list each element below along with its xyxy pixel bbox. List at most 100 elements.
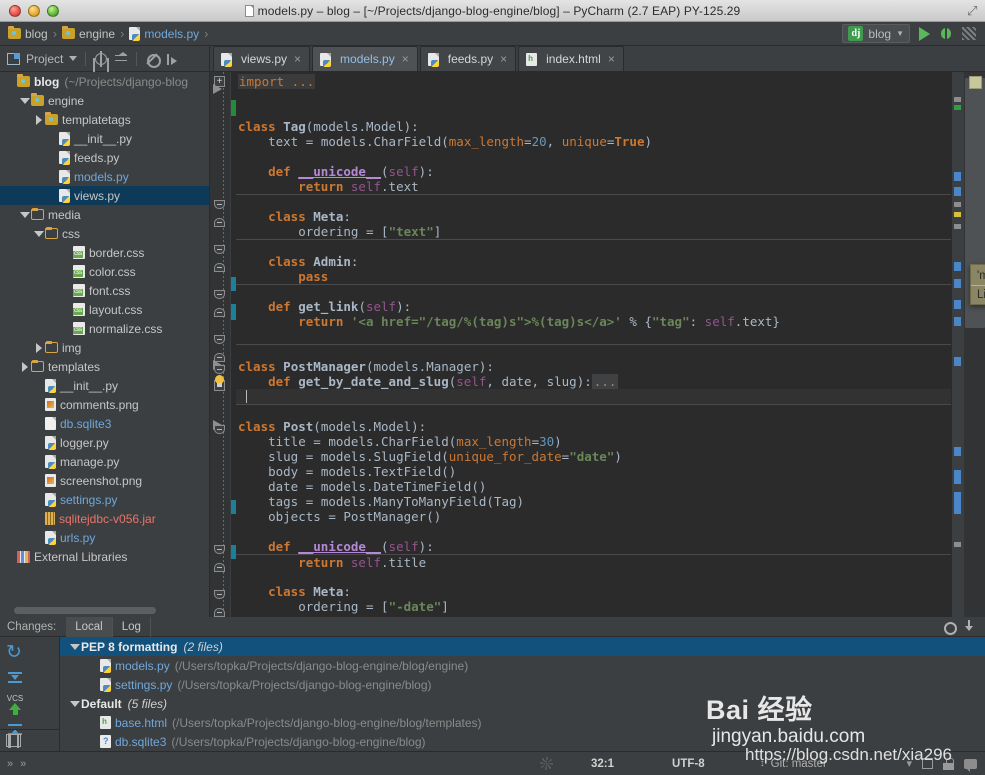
chevron-down-icon[interactable] [68,643,81,650]
tree-node-__init__-py[interactable]: __init__.py [0,376,209,395]
event-log-icon[interactable] [964,758,977,772]
run-button[interactable] [919,26,930,41]
stripe-marker[interactable] [954,224,961,229]
stripe-marker[interactable] [954,172,961,181]
chevron-down-icon[interactable]: ▾ [906,757,912,770]
code-editor[interactable]: + + import ... class Tag(models.Model): … [210,72,985,617]
changes-list[interactable]: PEP 8 formatting (2 files) models.py (/User… [60,637,985,751]
scroll-from-source-icon[interactable] [94,50,108,67]
coverage-button[interactable] [962,27,976,40]
tree-node-sqlitejdbc-v056-jar[interactable]: sqlitejdbc-v056.jar [0,509,209,528]
error-stripe[interactable] [951,72,985,617]
stripe-marker[interactable] [954,447,961,456]
hide-panel-icon[interactable] [165,52,179,66]
fold-collapse-icon[interactable] [214,545,225,554]
editor-tab-feeds-py[interactable]: feeds.py × [419,46,517,71]
code-line[interactable]: ordering = ["-date"] [236,599,951,614]
code-line[interactable]: body = models.TextField() [236,464,951,479]
code-line[interactable]: date = models.DateTimeField() [236,479,951,494]
tree-node-css[interactable]: css [0,224,209,243]
code-line[interactable] [236,569,951,584]
tree-node-templates[interactable]: templates [0,357,209,376]
tree-node-media[interactable]: media [0,205,209,224]
code-line[interactable]: class Meta: [236,584,951,599]
tree-node-urls-py[interactable]: urls.py [0,528,209,547]
chevron-right-icon[interactable] [32,114,45,125]
code-line[interactable]: objects = PostManager() [236,509,951,524]
settings-gear-icon[interactable] [145,52,162,68]
tree-node-models-py[interactable]: models.py [0,167,209,186]
code-line[interactable] [236,524,951,539]
tab-local[interactable]: Local [66,616,113,637]
stripe-marker-warning[interactable] [954,212,961,217]
vcs-branch-widget[interactable]: Git: master [771,758,827,770]
shelf-icon[interactable] [6,733,21,748]
chevron-down-icon[interactable] [69,56,78,61]
editor-tab-models-py[interactable]: models.py × [312,46,418,71]
chevron-down-icon[interactable] [68,700,81,707]
file-encoding[interactable]: UTF-8 [672,758,705,770]
tree-node-feeds-py[interactable]: feeds.py [0,148,209,167]
changelist-file-row[interactable]: db.sqlite3 (/Users/topka/Projects/django-… [60,732,985,751]
tree-node-engine[interactable]: engine [0,91,209,110]
inspection-status-icon[interactable] [969,76,982,89]
chevron-right-icon[interactable] [32,342,45,353]
close-icon[interactable]: × [294,52,301,66]
stripe-marker[interactable] [954,187,961,196]
tree-node-__init__-py[interactable]: __init__.py [0,129,209,148]
fold-collapse-icon[interactable] [214,365,225,374]
stripe-marker[interactable] [954,317,961,326]
collapse-all-icon[interactable] [114,51,128,66]
refresh-icon[interactable] [0,641,30,667]
tree-node-external-libraries[interactable]: External Libraries [0,547,209,566]
memory-indicator-icon[interactable] [922,758,933,769]
tree-node-layout-css[interactable]: layout.css [0,300,209,319]
tree-node-color-css[interactable]: color.css [0,262,209,281]
fold-end-icon[interactable] [214,308,225,317]
editor-gutter[interactable]: + + [210,72,231,617]
changelist-file-row[interactable]: settings.py (/Users/topka/Projects/django… [60,675,985,694]
code-line[interactable]: def get_by_date_and_slug(self, date, slu… [236,374,951,389]
breadcrumb-item-blog[interactable]: blog [8,26,48,41]
fold-end-icon[interactable] [214,608,225,617]
tree-horizontal-scrollbar[interactable] [14,607,156,614]
code-line[interactable] [236,89,951,104]
code-line[interactable] [236,344,951,359]
run-configuration-selector[interactable]: dj blog ▼ [842,24,910,43]
code-line[interactable]: ordering = ["text"] [236,224,951,239]
stripe-marker[interactable] [954,279,961,288]
code-line[interactable] [236,239,951,254]
chevron-right-icon[interactable] [18,361,31,372]
code-line[interactable]: class Meta: [236,209,951,224]
code-line[interactable]: return self.title [236,554,951,570]
fold-end-icon[interactable] [214,218,225,227]
code-line[interactable]: import ... [236,74,951,89]
fold-collapse-icon[interactable] [214,425,225,434]
resize-grip-icon[interactable]: ⤢ [967,4,980,17]
stripe-marker[interactable] [954,470,961,484]
stripe-marker[interactable] [954,97,961,102]
stripe-marker[interactable] [954,202,961,207]
stripe-marker[interactable] [954,300,961,309]
code-line[interactable]: def __unicode__(self): [236,539,951,554]
code-line[interactable]: def __unicode__(self): [236,164,951,179]
code-line[interactable]: tags = models.ManyToManyField(Tag) [236,494,951,509]
code-line[interactable] [236,104,951,119]
stripe-marker[interactable] [954,492,961,514]
stripe-marker[interactable] [954,542,961,547]
tree-node-views-py[interactable]: views.py [0,186,209,205]
code-line[interactable] [236,404,951,419]
fold-end-icon[interactable] [214,563,225,572]
code-line[interactable] [236,284,951,299]
code-line[interactable]: class Admin: [236,254,951,269]
more-left-icon[interactable]: » [7,758,13,770]
code-line[interactable]: class PostManager(models.Manager): [236,359,951,374]
code-line[interactable]: text = models.CharField(max_length=20, u… [236,134,951,149]
tree-node-img[interactable]: img [0,338,209,357]
tree-node-manage-py[interactable]: manage.py [0,452,209,471]
fold-collapse-icon[interactable] [214,290,225,299]
editor-tab-views-py[interactable]: views.py × [213,46,311,71]
chevron-down-icon[interactable] [18,97,31,104]
breadcrumb-item-models[interactable]: models.py [129,27,199,41]
changelist-group[interactable]: Default (5 files) [60,694,985,713]
